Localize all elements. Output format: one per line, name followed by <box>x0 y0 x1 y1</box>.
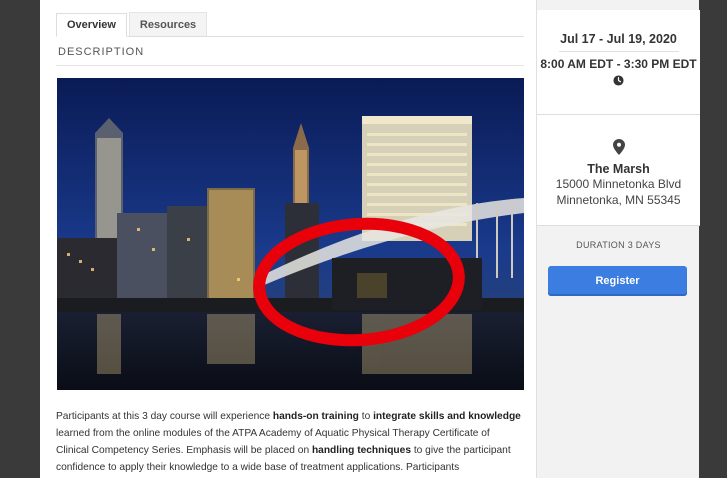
duration-label: DURATION 3 DAYS <box>576 240 661 250</box>
venue-address-line1: 15000 Minnetonka Blvd <box>555 177 682 191</box>
venue-address-line2: Minnetonka, MN 55345 <box>556 193 681 207</box>
venue-card: The Marsh 15000 Minnetonka Blvd Minneton… <box>537 115 700 226</box>
venue-name: The Marsh <box>587 162 650 176</box>
description-bold-part: handling techniques <box>311 445 411 456</box>
date-divider <box>558 51 679 52</box>
map-pin-icon <box>537 139 700 160</box>
event-sidebar: Jul 17 - Jul 19, 2020 8:00 AM EDT - 3:30… <box>536 0 700 478</box>
description-text: Participants at this 3 day course will e… <box>56 408 524 476</box>
description-bold-part: hands-on training <box>272 411 359 422</box>
description-part: to <box>358 411 374 422</box>
tab-bar: Overview Resources <box>56 10 524 37</box>
tab-overview[interactable]: Overview <box>56 13 127 37</box>
date-range: Jul 17 - Jul 19, 2020 <box>560 32 677 46</box>
clock-icon <box>613 73 624 91</box>
event-content-panel: Overview Resources DESCRIPTION Participa… <box>40 0 536 478</box>
tab-resources[interactable]: Resources <box>128 12 208 36</box>
left-dark-rail <box>0 0 40 478</box>
register-button[interactable]: Register <box>548 266 687 296</box>
description-part: Participants at this 3 day course will e… <box>56 411 273 422</box>
time-range: 8:00 AM EDT - 3:30 PM EDT <box>540 57 697 71</box>
city-skyline-illustration <box>57 78 524 390</box>
description-bold-part: integrate skills and knowledge <box>373 411 521 422</box>
right-dark-rail <box>699 0 727 478</box>
date-card: Jul 17 - Jul 19, 2020 8:00 AM EDT - 3:30… <box>537 10 700 115</box>
event-photo <box>57 78 524 390</box>
section-divider <box>56 65 524 66</box>
section-title-description: DESCRIPTION <box>58 46 145 58</box>
